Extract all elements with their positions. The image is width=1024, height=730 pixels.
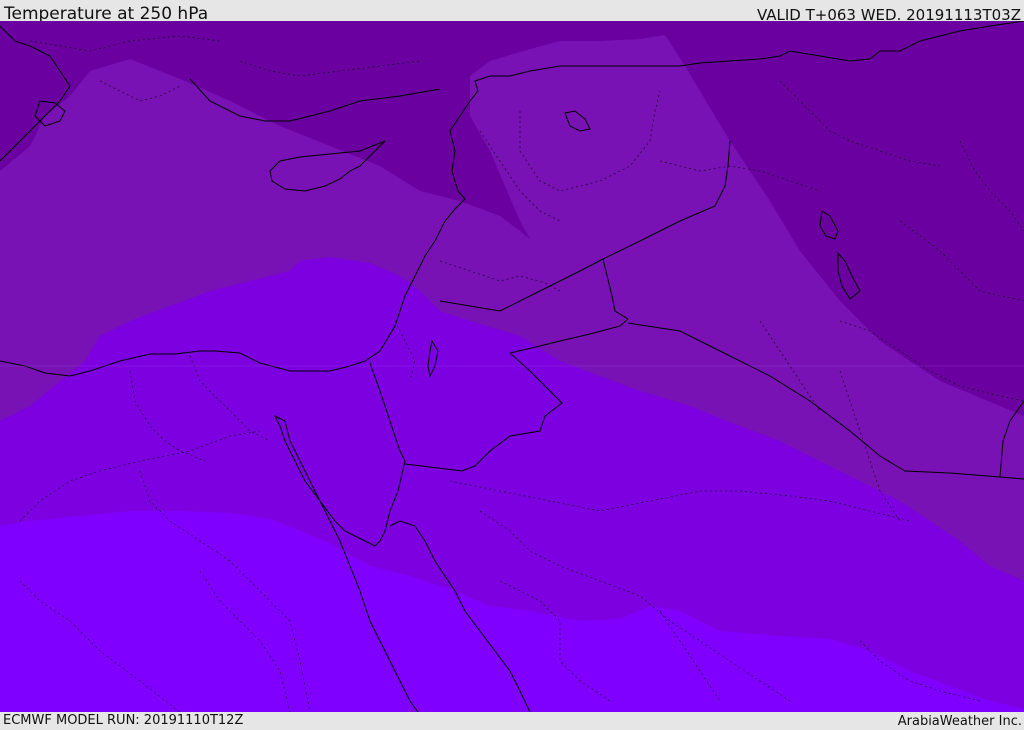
model-run-label: ECMWF MODEL RUN: 20191110T12Z bbox=[3, 713, 244, 728]
weather-map[interactable] bbox=[0, 21, 1024, 712]
map-canvas[interactable] bbox=[0, 21, 1024, 712]
header-bar: Temperature at 250 hPa VALID T+063 WED. … bbox=[0, 0, 1024, 24]
credit-label: ArabiaWeather Inc. bbox=[897, 714, 1022, 729]
footer-bar: ECMWF MODEL RUN: 20191110T12Z ArabiaWeat… bbox=[0, 712, 1024, 729]
